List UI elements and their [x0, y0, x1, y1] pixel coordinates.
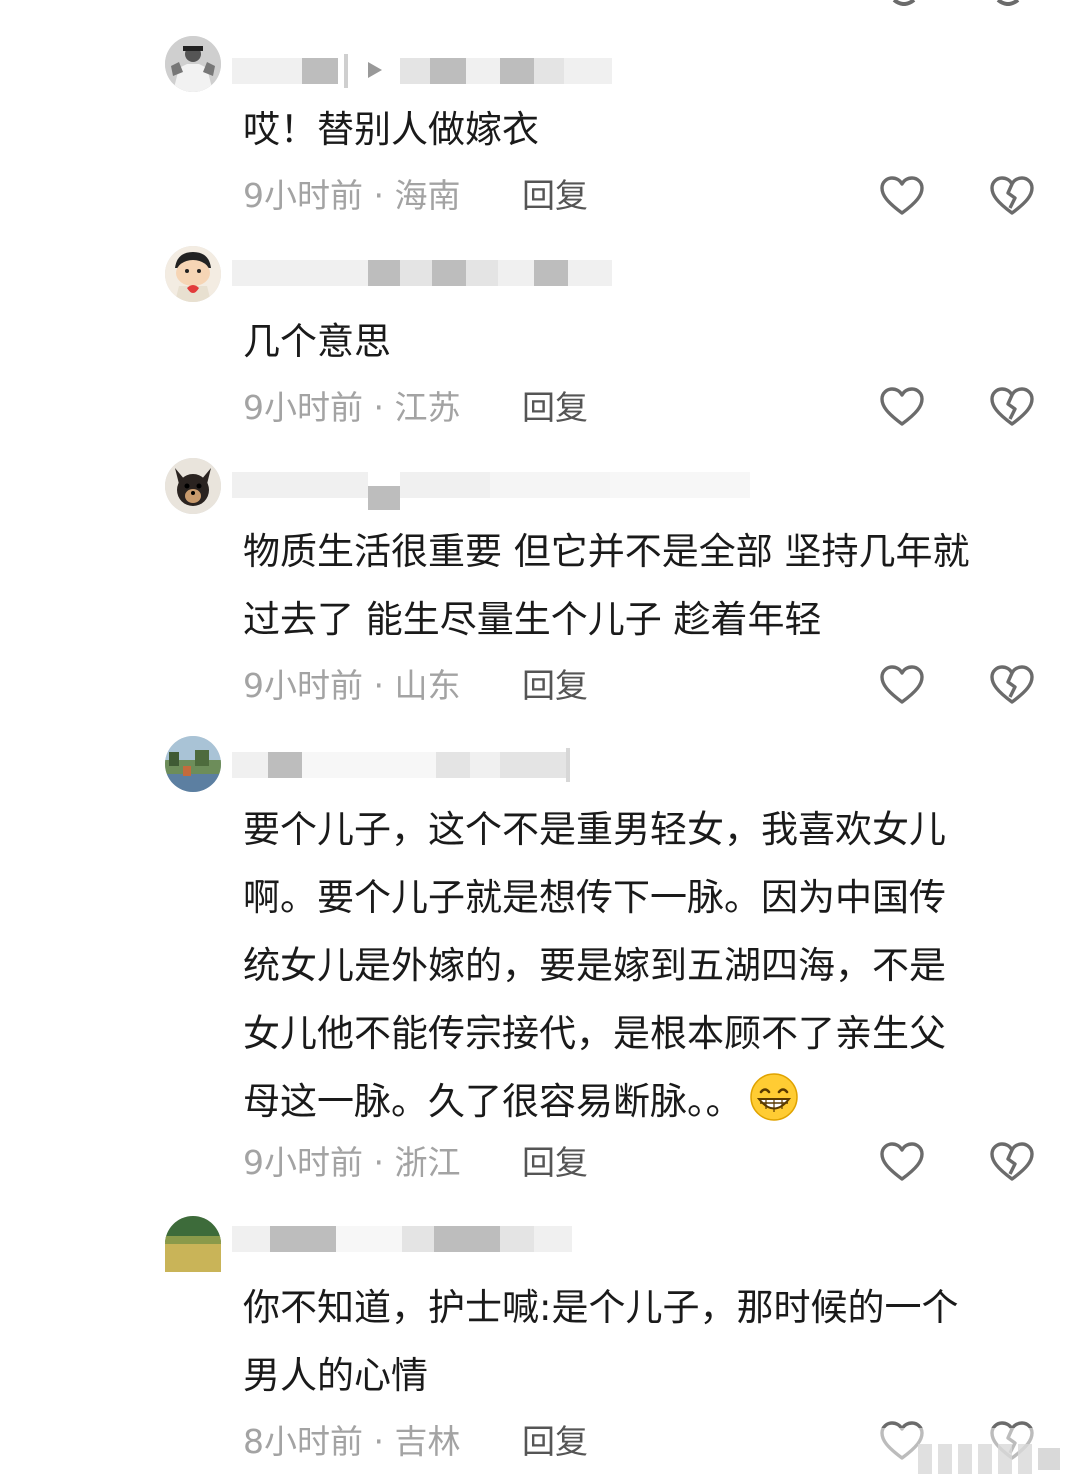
avatar[interactable]	[165, 36, 221, 92]
username-blurred	[232, 1222, 576, 1256]
comment-time-location: 9小时前 · 浙江	[243, 1143, 461, 1182]
reply-button[interactable]: 回复	[522, 664, 588, 708]
comment-text: 物质生活很重要 但它并不是全部 坚持几年就 过去了 能生尽量生个儿子 趁着年轻	[243, 530, 970, 641]
like-button[interactable]	[879, 663, 925, 707]
reply-button[interactable]: 回复	[522, 1420, 588, 1464]
reply-button[interactable]: 回复	[522, 174, 588, 218]
dislike-button[interactable]	[989, 1140, 1035, 1184]
broken-heart-outline-icon	[990, 1142, 1034, 1181]
avatar-person-bw-icon	[165, 36, 221, 92]
comment-text: 几个意思	[243, 320, 391, 363]
comment-text: 要个儿子，这个不是重男轻女，我喜欢女儿 啊。要个儿子就是想传下一脉。因为中国传 …	[243, 796, 1043, 1136]
avatar-green-yellow-icon	[165, 1216, 221, 1272]
broken-heart-outline-icon	[990, 176, 1034, 215]
comment-time-location: 8小时前 · 吉林	[243, 1422, 461, 1461]
comment-time-location: 9小时前 · 江苏	[243, 388, 461, 427]
avatar[interactable]	[165, 246, 221, 302]
avatar[interactable]	[165, 458, 221, 514]
avatar[interactable]	[165, 736, 221, 792]
avatar[interactable]	[165, 1216, 221, 1272]
username-blurred	[232, 54, 622, 88]
dislike-button[interactable]	[989, 174, 1035, 218]
comment-text: 哎！替别人做嫁衣	[243, 108, 539, 151]
username-blurred	[232, 748, 574, 782]
comment-time-location: 9小时前 · 山东	[243, 666, 461, 705]
dislike-button[interactable]	[989, 663, 1035, 707]
comment-text-content: 要个儿子，这个不是重男轻女，我喜欢女儿 啊。要个儿子就是想传下一脉。因为中国传 …	[243, 808, 946, 1123]
avatar-cartoon-boy-icon	[165, 246, 221, 302]
like-button[interactable]	[879, 385, 925, 429]
broken-heart-outline-icon	[990, 387, 1034, 426]
avatar-puppy-icon	[165, 458, 221, 514]
reply-button[interactable]: 回复	[522, 1141, 588, 1185]
comment-time-location: 9小时前 · 海南	[243, 176, 461, 215]
username-blurred	[232, 256, 612, 290]
reply-button[interactable]: 回复	[522, 386, 588, 430]
grinning-face-emoji-icon	[749, 1073, 798, 1121]
watermark-overlay	[858, 1428, 1080, 1482]
username-blurred	[232, 468, 752, 510]
dislike-button[interactable]	[989, 385, 1035, 429]
heart-outline-icon	[880, 665, 924, 704]
like-button[interactable]	[879, 1140, 925, 1184]
heart-outline-icon	[880, 176, 924, 215]
avatar-scenery-icon	[165, 736, 221, 792]
comment-text: 你不知道，护士喊:是个儿子，那时候的一个 男人的心情	[243, 1286, 959, 1397]
like-button[interactable]	[879, 174, 925, 218]
heart-outline-icon	[880, 387, 924, 426]
heart-outline-icon	[880, 1142, 924, 1181]
top-partial-icons	[892, 0, 1020, 6]
broken-heart-outline-icon	[990, 665, 1034, 704]
